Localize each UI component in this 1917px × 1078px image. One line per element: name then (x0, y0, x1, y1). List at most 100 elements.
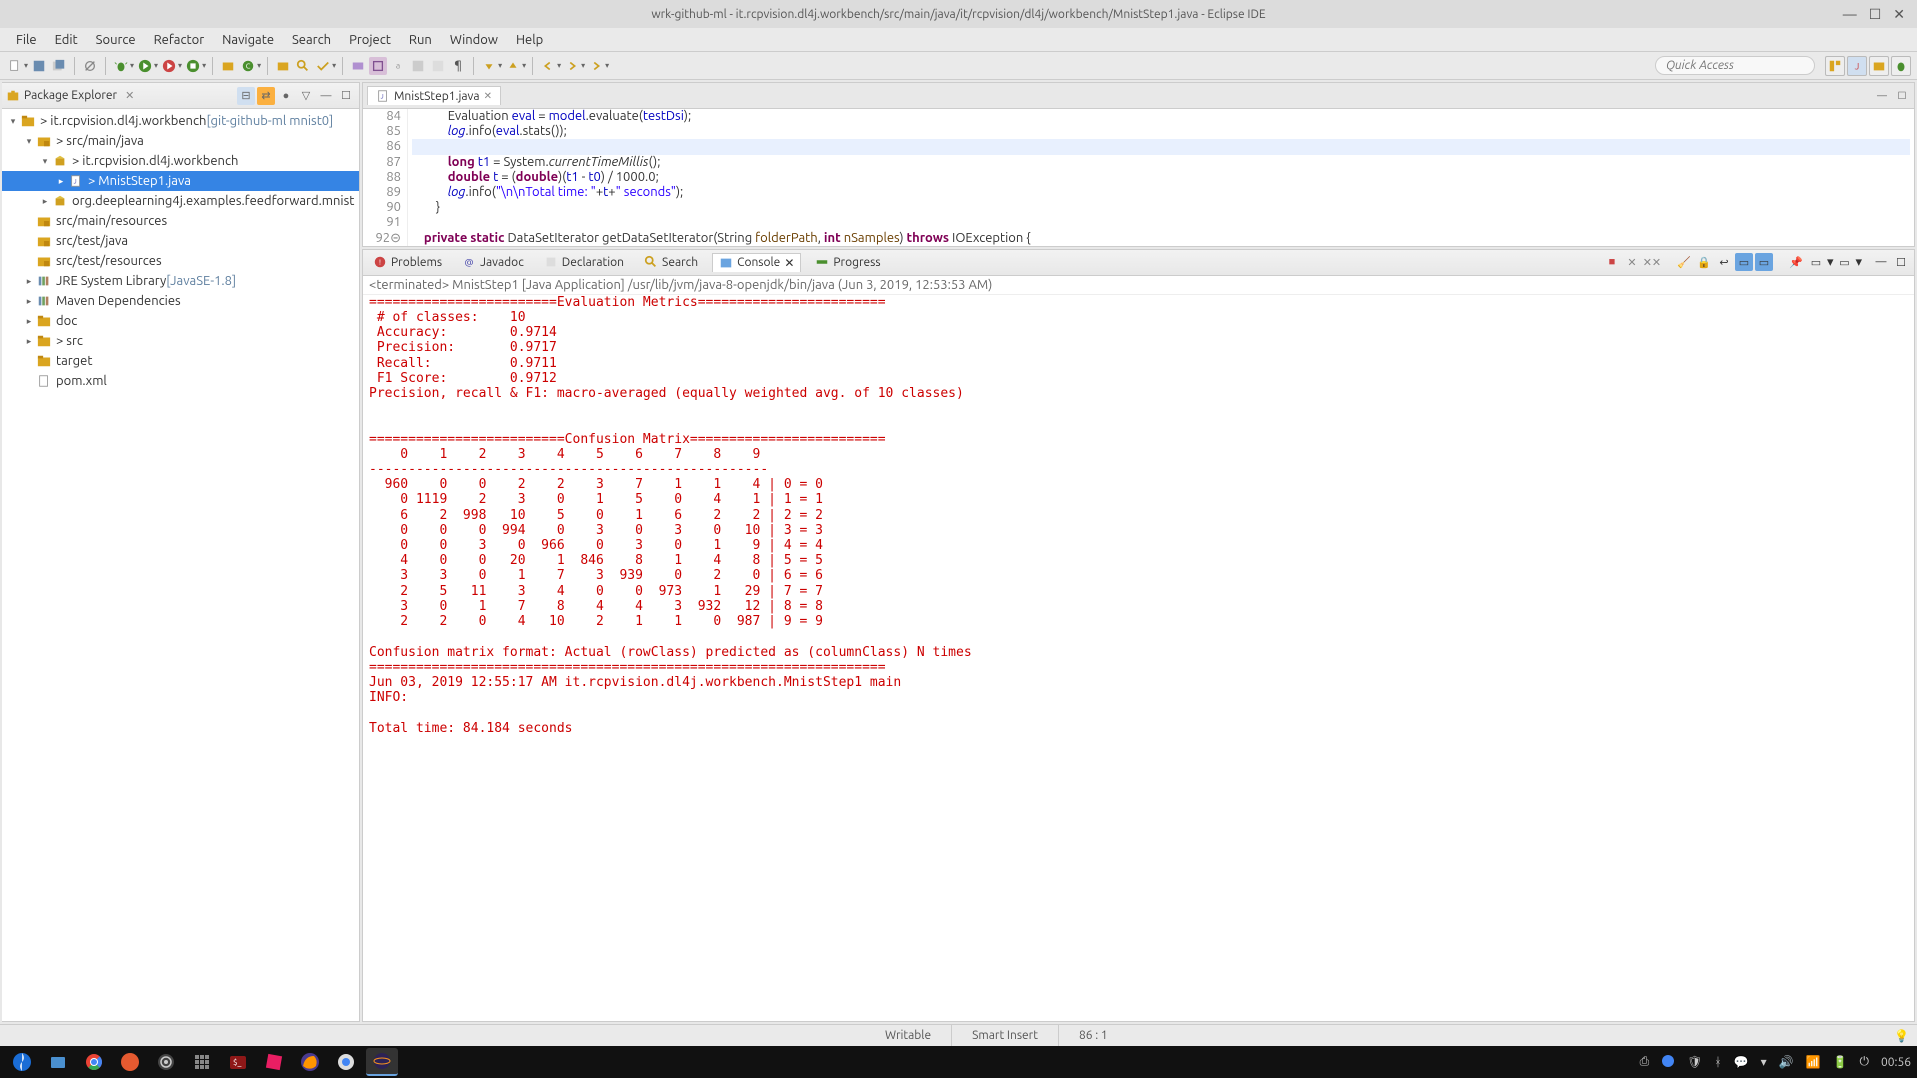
tree-row[interactable]: target (2, 351, 359, 371)
chrome-button[interactable] (78, 1048, 110, 1076)
console-tab-search[interactable]: Search (638, 253, 704, 271)
menu-search[interactable]: Search (284, 31, 339, 49)
pilcrow-button[interactable]: ¶ (449, 57, 467, 75)
tree-row[interactable]: ▸JRE System Library [JavaSE-1.8] (2, 271, 359, 291)
skip-breakpoints-button[interactable] (81, 57, 99, 75)
maximize-view-button[interactable]: ☐ (337, 87, 355, 105)
code-area[interactable]: 848586878889909192⊝ Evaluation eval = mo… (363, 109, 1914, 246)
search-button[interactable] (294, 57, 312, 75)
new-button[interactable] (6, 57, 24, 75)
new-package-button[interactable] (219, 57, 237, 75)
debug-perspective-button[interactable] (1891, 56, 1911, 76)
volume-icon[interactable]: 🔊 (1779, 1055, 1794, 1069)
console-tab-javadoc[interactable]: @Javadoc (456, 253, 530, 271)
editor-tab[interactable]: J MnistStep1.java ✕ (367, 86, 501, 105)
menu-window[interactable]: Window (442, 31, 506, 49)
java-perspective-button[interactable]: J (1847, 56, 1867, 76)
tree-row[interactable]: ▾> it.rcpvision.dl4j.workbench (2, 151, 359, 171)
terminate-button[interactable]: ■ (1603, 253, 1621, 271)
run-button[interactable] (136, 57, 154, 75)
chat-tray-icon[interactable]: 💬 (1734, 1055, 1749, 1069)
word-wrap-console-button[interactable]: ↩ (1715, 253, 1733, 271)
console-minimize-button[interactable]: — (1872, 253, 1890, 271)
console-output[interactable]: ========================Evaluation Metri… (363, 295, 1914, 1021)
eclipse-button[interactable] (366, 1048, 398, 1076)
open-type-button[interactable] (274, 57, 292, 75)
menu-file[interactable]: File (8, 31, 45, 49)
coverage-button[interactable] (160, 57, 178, 75)
save-all-button[interactable] (50, 57, 68, 75)
tree-row[interactable]: ▾> it.rcpvision.dl4j.workbench [git-gith… (2, 111, 359, 131)
power-icon[interactable]: ⏻ (1859, 1055, 1869, 1069)
tree-row[interactable]: src/test/resources (2, 251, 359, 271)
focus-button[interactable]: ● (277, 87, 295, 105)
menu-source[interactable]: Source (88, 31, 144, 49)
app3-button[interactable] (258, 1048, 290, 1076)
forward-button[interactable] (563, 57, 581, 75)
quick-access[interactable] (1655, 56, 1815, 75)
terminal-button[interactable]: $_ (222, 1048, 254, 1076)
tip-icon[interactable]: 💡 (1886, 1029, 1917, 1043)
show-whitespace-button[interactable]: a (389, 57, 407, 75)
menu-help[interactable]: Help (508, 31, 551, 49)
word-wrap-button[interactable] (409, 57, 427, 75)
quick-access-input[interactable] (1655, 56, 1815, 75)
menu-project[interactable]: Project (341, 31, 399, 49)
block-select-button[interactable] (369, 57, 387, 75)
menu-run[interactable]: Run (401, 31, 440, 49)
debug-button[interactable] (112, 57, 130, 75)
tree-row[interactable]: ▸J> MnistStep1.java (2, 171, 359, 191)
chrome2-button[interactable] (330, 1048, 362, 1076)
shield-icon[interactable]: 🛡 (1687, 1055, 1702, 1069)
minimize-view-button[interactable]: — (317, 87, 335, 105)
link-editor-button[interactable]: ⇄ (257, 87, 275, 105)
show-on-stdout-button[interactable]: ▭ (1735, 253, 1753, 271)
git-perspective-button[interactable] (1869, 56, 1889, 76)
show-outline-button[interactable] (429, 57, 447, 75)
next-annotation-button[interactable] (504, 57, 522, 75)
console-tab-declaration[interactable]: Declaration (538, 253, 630, 271)
console-maximize-button[interactable]: ☐ (1892, 253, 1910, 271)
minimize-button[interactable]: — (1843, 6, 1857, 23)
tree-row[interactable]: ▸doc (2, 311, 359, 331)
menu-navigate[interactable]: Navigate (214, 31, 282, 49)
display-console-button[interactable]: ▭ (1807, 253, 1825, 271)
open-console-button[interactable]: ▭ (1835, 253, 1853, 271)
remove-all-button[interactable]: ✕✕ (1643, 253, 1661, 271)
package-explorer-tree[interactable]: ▾> it.rcpvision.dl4j.workbench [git-gith… (2, 109, 359, 1021)
tree-row[interactable]: ▸Maven Dependencies (2, 291, 359, 311)
settings-button[interactable] (150, 1048, 182, 1076)
console-tab-problems[interactable]: !Problems (367, 253, 448, 271)
tree-row[interactable]: ▾> src/main/java (2, 131, 359, 151)
files-button[interactable] (42, 1048, 74, 1076)
show-on-stderr-button[interactable]: ▭ (1755, 253, 1773, 271)
tree-row[interactable]: ▸org.deeplearning4j.examples.feedforward… (2, 191, 359, 211)
caret-icon[interactable]: ▾ (1761, 1055, 1767, 1069)
menu-edit[interactable]: Edit (47, 31, 86, 49)
prev-annotation-button[interactable] (480, 57, 498, 75)
tree-row[interactable]: ▸> src (2, 331, 359, 351)
close-tab-button[interactable]: ✕ (484, 90, 492, 102)
back-button[interactable] (539, 57, 557, 75)
close-view-button[interactable]: ✕ (125, 89, 134, 102)
new-class-button[interactable]: C (239, 57, 257, 75)
chrome-tray-icon[interactable] (1661, 1054, 1675, 1071)
bluetooth-icon[interactable]: ᚼ (1714, 1056, 1721, 1069)
activities-button[interactable] (6, 1048, 38, 1076)
apps-grid-button[interactable] (186, 1048, 218, 1076)
close-button[interactable]: ✕ (1893, 6, 1905, 23)
editor-maximize-button[interactable]: ☐ (1894, 88, 1910, 104)
last-edit-button[interactable] (587, 57, 605, 75)
console-tab-progress[interactable]: Progress (809, 253, 886, 271)
firefox-button[interactable] (294, 1048, 326, 1076)
scroll-lock-button[interactable]: 🔒 (1695, 253, 1713, 271)
wifi-icon[interactable]: 📶 (1806, 1055, 1821, 1069)
view-menu-button[interactable]: ▽ (297, 87, 315, 105)
battery-icon[interactable]: 🔋 (1833, 1055, 1848, 1069)
clear-console-button[interactable]: 🧹 (1675, 253, 1693, 271)
pin-console-button[interactable]: 📌 (1787, 253, 1805, 271)
clock[interactable]: 00:56 (1881, 1056, 1911, 1069)
remove-launch-button[interactable]: ✕ (1623, 253, 1641, 271)
save-button[interactable] (30, 57, 48, 75)
maximize-button[interactable]: ☐ (1869, 6, 1882, 23)
